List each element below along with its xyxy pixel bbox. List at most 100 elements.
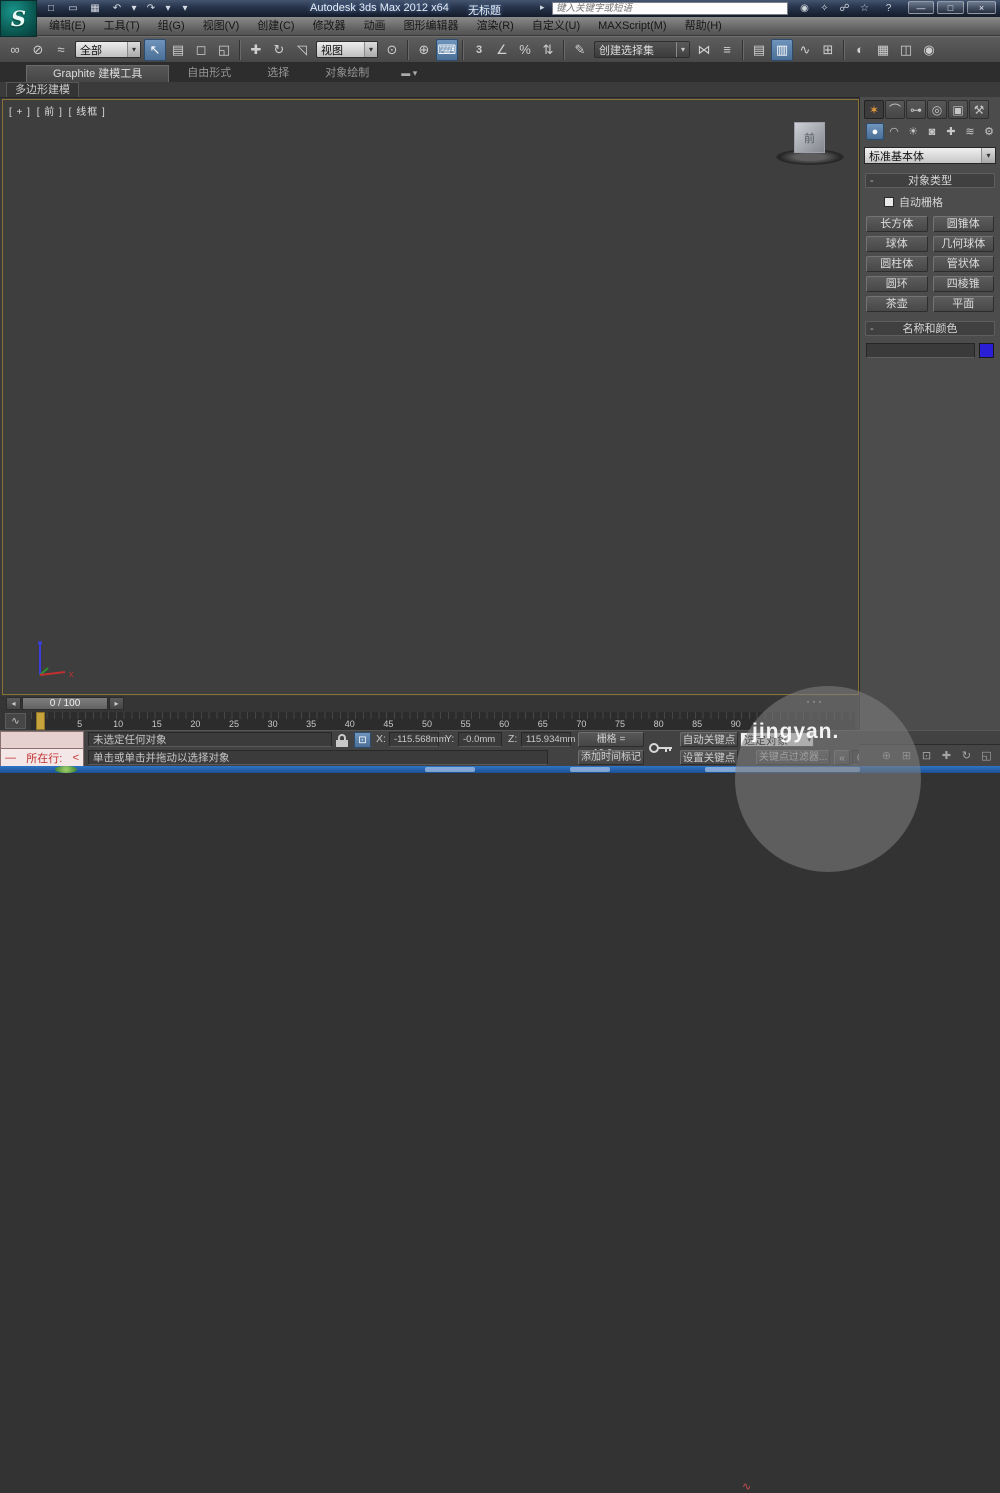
save-file-icon[interactable]: ▦ bbox=[86, 2, 104, 16]
set-key-button[interactable]: 设置关键点 bbox=[680, 750, 738, 765]
material-editor-icon[interactable]: ◐ bbox=[849, 39, 871, 61]
use-pivot-center-icon[interactable]: ⊙ bbox=[381, 39, 403, 61]
curve-editor-icon[interactable]: ∿ bbox=[794, 39, 816, 61]
maxscript-mini-listener[interactable]: — 所在行: < bbox=[0, 749, 84, 767]
graphite-ribbon-toggle-icon[interactable]: ▥ bbox=[771, 38, 793, 61]
menu-customize[interactable]: 自定义(U) bbox=[523, 17, 589, 36]
modify-tab-icon[interactable]: ⌒ bbox=[885, 100, 905, 119]
ruler-band[interactable]: 051015202530354045505560657075808590 bbox=[31, 712, 855, 730]
new-file-icon[interactable]: □ bbox=[42, 2, 60, 16]
menu-graph-editors[interactable]: 图形编辑器 bbox=[395, 17, 468, 36]
maximize-viewport-icon[interactable]: ◱ bbox=[978, 748, 995, 764]
motion-tab-icon[interactable]: ◎ bbox=[927, 100, 947, 119]
select-and-link-icon[interactable]: ∞ bbox=[4, 39, 26, 61]
x-coordinate-field[interactable]: -115.568mm bbox=[389, 732, 447, 747]
menu-views[interactable]: 视图(V) bbox=[194, 17, 249, 36]
undo-dropdown-icon[interactable]: ▾ bbox=[130, 2, 138, 16]
previous-frame-icon[interactable]: ◂ bbox=[6, 697, 21, 710]
select-and-move-icon[interactable]: ✚ bbox=[245, 39, 267, 61]
select-and-rotate-icon[interactable]: ↻ bbox=[268, 39, 290, 61]
ribbon-tab-graphite[interactable]: Graphite 建模工具 bbox=[26, 65, 170, 82]
select-object-icon[interactable]: ↖ bbox=[144, 38, 166, 61]
start-orb[interactable] bbox=[55, 766, 77, 773]
qat-options-icon[interactable]: ▾ bbox=[176, 2, 194, 16]
search-icon[interactable]: ◉ bbox=[796, 1, 813, 15]
favorites-star-icon[interactable]: ☆ bbox=[856, 1, 873, 15]
menu-help[interactable]: 帮助(H) bbox=[676, 17, 731, 36]
shapes-category-icon[interactable]: ◠ bbox=[885, 123, 903, 140]
set-keys-key-icon[interactable] bbox=[647, 732, 675, 765]
layer-manager-icon[interactable]: ▤ bbox=[748, 39, 770, 61]
geometry-category-icon[interactable]: ● bbox=[866, 123, 884, 140]
maximize-button[interactable]: □ bbox=[937, 1, 964, 14]
sphere-button[interactable]: 球体 bbox=[866, 236, 928, 252]
utilities-tab-icon[interactable]: ⚒ bbox=[969, 100, 989, 119]
helpers-category-icon[interactable]: ✚ bbox=[942, 123, 960, 140]
rectangular-selection-region-icon[interactable]: ◻ bbox=[190, 39, 212, 61]
select-by-name-icon[interactable]: ▤ bbox=[167, 39, 189, 61]
create-tab-icon[interactable]: ✶ bbox=[864, 100, 884, 119]
teapot-button[interactable]: 茶壶 bbox=[866, 296, 928, 312]
close-button[interactable]: × bbox=[967, 1, 996, 14]
render-production-icon[interactable]: ◉ bbox=[918, 39, 940, 61]
z-coordinate-field[interactable]: 115.934mm bbox=[521, 732, 575, 747]
plane-button[interactable]: 平面 bbox=[932, 296, 994, 312]
menu-tools[interactable]: 工具(T) bbox=[95, 17, 149, 36]
geosphere-button[interactable]: 几何球体 bbox=[932, 236, 994, 252]
autogrid-checkbox[interactable] bbox=[884, 197, 894, 207]
y-coordinate-field[interactable]: -0.0mm bbox=[458, 732, 502, 747]
add-time-tag-button[interactable]: 添加时间标记 bbox=[578, 750, 644, 765]
tube-button[interactable]: 管状体 bbox=[932, 256, 994, 272]
next-frame-icon[interactable]: ▸ bbox=[109, 697, 124, 710]
menu-animation[interactable]: 动画 bbox=[355, 17, 395, 36]
object-color-swatch[interactable] bbox=[979, 343, 994, 358]
help-icon[interactable]: ? bbox=[880, 1, 897, 15]
align-icon[interactable]: ≡ bbox=[716, 39, 738, 61]
viewcube[interactable]: 前 bbox=[794, 122, 825, 153]
maxscript-macro-recorder[interactable] bbox=[0, 731, 84, 749]
search-expand-icon[interactable]: ▸ bbox=[540, 2, 545, 13]
viewport-menu-plus[interactable]: [ + ] bbox=[9, 107, 31, 118]
window-crossing-icon[interactable]: ◱ bbox=[213, 39, 235, 61]
schematic-view-icon[interactable]: ⊞ bbox=[817, 39, 839, 61]
viewport-menu-view[interactable]: [ 前 ] bbox=[37, 107, 63, 118]
select-and-manipulate-icon[interactable]: ⊕ bbox=[413, 39, 435, 61]
spinner-snap-icon[interactable]: ⇅ bbox=[537, 39, 559, 61]
subtab-polygon-modeling[interactable]: 多边形建模 bbox=[6, 82, 79, 97]
redo-dropdown-icon[interactable]: ▾ bbox=[164, 2, 172, 16]
unlink-selection-icon[interactable]: ⊘ bbox=[27, 39, 49, 61]
object-name-input[interactable] bbox=[866, 343, 975, 358]
spacewarps-category-icon[interactable]: ≋ bbox=[961, 123, 979, 140]
mirror-icon[interactable]: ⋈ bbox=[693, 39, 715, 61]
pan-icon[interactable]: ✚ bbox=[938, 748, 955, 764]
menu-edit[interactable]: 编辑(E) bbox=[40, 17, 95, 36]
infocenter-search-input[interactable] bbox=[552, 2, 788, 15]
ribbon-tab-selection[interactable]: 选择 bbox=[249, 65, 307, 82]
absolute-mode-toggle-icon[interactable]: ⊡ bbox=[354, 732, 371, 748]
zoom-extents-icon[interactable]: ⊡ bbox=[918, 748, 935, 764]
minimize-button[interactable]: — bbox=[908, 1, 934, 14]
pyramid-button[interactable]: 四棱锥 bbox=[932, 276, 994, 292]
menu-modifiers[interactable]: 修改器 bbox=[304, 17, 355, 36]
viewport-menu-shading[interactable]: [ 线框 ] bbox=[69, 107, 106, 118]
menu-rendering[interactable]: 渲染(R) bbox=[468, 17, 523, 36]
menu-maxscript[interactable]: MAXScript(M) bbox=[589, 17, 675, 36]
lights-category-icon[interactable]: ☀ bbox=[904, 123, 922, 140]
taskbar-button[interactable] bbox=[425, 767, 475, 772]
menu-create[interactable]: 创建(C) bbox=[248, 17, 303, 36]
angle-snap-icon[interactable]: ∠ bbox=[491, 39, 513, 61]
ribbon-tab-object-paint[interactable]: 对象绘制 bbox=[307, 65, 387, 82]
subscription-key-icon[interactable]: ✧ bbox=[816, 1, 833, 15]
snap-toggle-3d-icon[interactable]: 3 bbox=[468, 39, 490, 61]
cylinder-button[interactable]: 圆柱体 bbox=[866, 256, 928, 272]
systems-category-icon[interactable]: ⚙ bbox=[980, 123, 998, 140]
edit-named-selection-sets-icon[interactable]: ✎ bbox=[569, 39, 591, 61]
mini-curve-editor-icon[interactable]: ∿ bbox=[5, 713, 26, 729]
torus-button[interactable]: 圆环 bbox=[866, 276, 928, 292]
box-button[interactable]: 长方体 bbox=[866, 216, 928, 232]
keyboard-shortcut-override-icon[interactable]: ⌨ bbox=[436, 38, 458, 61]
bind-to-spacewarp-icon[interactable]: ≈ bbox=[50, 39, 72, 61]
auto-key-button[interactable]: 自动关键点 bbox=[680, 732, 738, 747]
time-slider-marker[interactable] bbox=[36, 712, 45, 730]
render-setup-icon[interactable]: ▦ bbox=[872, 39, 894, 61]
